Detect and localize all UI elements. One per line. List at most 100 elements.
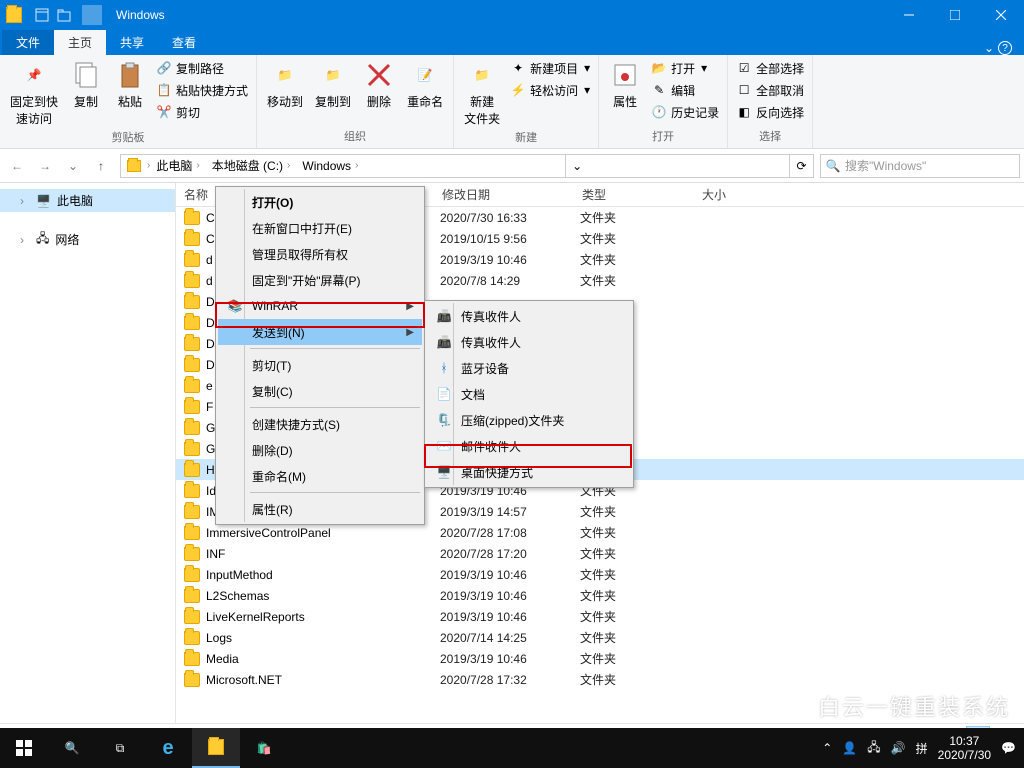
paste-button[interactable]: 粘贴: [108, 57, 152, 112]
col-type[interactable]: 类型: [574, 183, 694, 206]
history-button[interactable]: 🕐历史记录: [647, 101, 723, 123]
select-none-button[interactable]: ☐全部取消: [732, 79, 808, 101]
maximize-button[interactable]: [932, 0, 978, 30]
address-bar[interactable]: › 此电脑› 本地磁盘 (C:)› Windows› ⌄ ⟳: [120, 154, 814, 178]
addr-dropdown[interactable]: ⌄: [565, 155, 589, 177]
new-folder-button[interactable]: 📁新建 文件夹: [458, 57, 506, 129]
tab-view[interactable]: 查看: [158, 30, 210, 55]
file-type: 文件夹: [580, 608, 700, 625]
store-button[interactable]: 🛍️: [240, 728, 288, 768]
folder-icon: [184, 274, 200, 288]
recent-button[interactable]: ⌄: [60, 153, 86, 179]
move-to-button[interactable]: 📁移动到: [261, 57, 309, 112]
context-menu: 打开(O) 在新窗口中打开(E) 管理员取得所有权 固定到"开始"屏幕(P) 📚…: [215, 186, 425, 525]
table-row[interactable]: ImmersiveControlPanel2020/7/28 17:08文件夹: [176, 522, 1024, 543]
paste-shortcut-button[interactable]: 📋粘贴快捷方式: [152, 79, 252, 101]
sendto-documents[interactable]: 📄文档: [427, 381, 631, 407]
ctx-copy[interactable]: 复制(C): [218, 378, 422, 404]
tray-ime-icon[interactable]: 拼: [916, 740, 928, 757]
edit-button[interactable]: ✎编辑: [647, 79, 723, 101]
tab-file[interactable]: 文件: [2, 30, 54, 55]
ctx-send-to[interactable]: 发送到(N)▶: [218, 319, 422, 345]
ribbon-help[interactable]: ⌄?: [974, 41, 1022, 55]
select-all-button[interactable]: ☑全部选择: [732, 57, 808, 79]
nav-pane: ›🖥️此电脑 ›🖧网络: [0, 183, 176, 723]
table-row[interactable]: L2Schemas2019/3/19 10:46文件夹: [176, 585, 1024, 606]
qat-new-folder-icon[interactable]: [54, 5, 74, 25]
sendto-desktop-shortcut[interactable]: 🖥️桌面快捷方式: [427, 459, 631, 485]
folder-icon: [184, 652, 200, 666]
pin-quick-access-button[interactable]: 📌固定到快 速访问: [4, 57, 64, 129]
ctx-open-new-window[interactable]: 在新窗口中打开(E): [218, 215, 422, 241]
back-button[interactable]: ←: [4, 153, 30, 179]
new-item-button[interactable]: ✦新建项目▾: [506, 57, 594, 79]
table-row[interactable]: Media2019/3/19 10:46文件夹: [176, 648, 1024, 669]
copy-path-button[interactable]: 🔗复制路径: [152, 57, 252, 79]
search-box[interactable]: 🔍 搜索"Windows": [820, 154, 1020, 178]
table-row[interactable]: INF2020/7/28 17:20文件夹: [176, 543, 1024, 564]
explorer-taskbar-button[interactable]: [192, 728, 240, 768]
file-type: 文件夹: [580, 209, 700, 226]
table-row[interactable]: InputMethod2019/3/19 10:46文件夹: [176, 564, 1024, 585]
side-this-pc[interactable]: ›🖥️此电脑: [0, 189, 175, 212]
tray-people-icon[interactable]: 👤: [842, 741, 857, 755]
up-button[interactable]: ↑: [88, 153, 114, 179]
tab-share[interactable]: 共享: [106, 30, 158, 55]
file-date: 2019/3/19 10:46: [440, 652, 580, 666]
table-row[interactable]: Microsoft.NET2020/7/28 17:32文件夹: [176, 669, 1024, 690]
sendto-zip[interactable]: 🗜️压缩(zipped)文件夹: [427, 407, 631, 433]
file-type: 文件夹: [580, 671, 700, 688]
minimize-button[interactable]: [886, 0, 932, 30]
edge-button[interactable]: e: [144, 728, 192, 768]
table-row[interactable]: Logs2020/7/14 14:25文件夹: [176, 627, 1024, 648]
col-date[interactable]: 修改日期: [434, 183, 574, 206]
mail-icon: ✉️: [435, 437, 453, 455]
ctx-create-shortcut[interactable]: 创建快捷方式(S): [218, 411, 422, 437]
ctx-cut[interactable]: 剪切(T): [218, 352, 422, 378]
sendto-mail[interactable]: ✉️邮件收件人: [427, 433, 631, 459]
tray-volume-icon[interactable]: 🔊: [891, 741, 906, 755]
open-button[interactable]: 📂打开▾: [647, 57, 723, 79]
close-button[interactable]: [978, 0, 1024, 30]
copy-button[interactable]: 复制: [64, 57, 108, 112]
start-button[interactable]: [0, 728, 48, 768]
sendto-fax1[interactable]: 📠传真收件人: [427, 303, 631, 329]
action-center-icon[interactable]: 💬: [1001, 741, 1016, 755]
folder-icon: [184, 526, 200, 540]
tab-home[interactable]: 主页: [54, 30, 106, 55]
col-size[interactable]: 大小: [694, 183, 774, 206]
ctx-delete[interactable]: 删除(D): [218, 437, 422, 463]
sendto-fax2[interactable]: 📠传真收件人: [427, 329, 631, 355]
ctx-take-ownership[interactable]: 管理员取得所有权: [218, 241, 422, 267]
taskbar-clock[interactable]: 10:37 2020/7/30: [938, 734, 991, 762]
easy-access-button[interactable]: ⚡轻松访问▾: [506, 79, 594, 101]
tray-up-icon[interactable]: ⌃: [822, 741, 832, 755]
breadcrumb-local-disk[interactable]: 本地磁盘 (C:)›: [206, 155, 297, 177]
ctx-winrar[interactable]: 📚WinRAR▶: [218, 293, 422, 319]
properties-button[interactable]: 属性: [603, 57, 647, 112]
qat-properties-icon[interactable]: [32, 5, 52, 25]
file-date: 2020/7/8 14:29: [440, 274, 580, 288]
tray-network-icon[interactable]: 🖧: [867, 738, 880, 759]
ctx-open[interactable]: 打开(O): [218, 189, 422, 215]
cut-button[interactable]: ✂️剪切: [152, 101, 252, 123]
ctx-pin-start[interactable]: 固定到"开始"屏幕(P): [218, 267, 422, 293]
forward-button[interactable]: →: [32, 153, 58, 179]
ctx-properties[interactable]: 属性(R): [218, 496, 422, 522]
refresh-button[interactable]: ⟳: [789, 155, 813, 177]
explorer-icon: [6, 7, 22, 23]
breadcrumb-this-pc[interactable]: 此电脑›: [150, 155, 205, 177]
invert-selection-button[interactable]: ◧反向选择: [732, 101, 808, 123]
copy-to-button[interactable]: 📁复制到: [309, 57, 357, 112]
table-row[interactable]: LiveKernelReports2019/3/19 10:46文件夹: [176, 606, 1024, 627]
breadcrumb-windows[interactable]: Windows›: [296, 155, 364, 177]
delete-button[interactable]: 删除: [357, 57, 401, 112]
file-date: 2019/3/19 10:46: [440, 568, 580, 582]
side-network[interactable]: ›🖧网络: [0, 226, 175, 253]
window-title: Windows: [112, 8, 169, 22]
sendto-bluetooth[interactable]: ᚼ蓝牙设备: [427, 355, 631, 381]
ctx-rename[interactable]: 重命名(M): [218, 463, 422, 489]
task-view-button[interactable]: ⧉: [96, 728, 144, 768]
rename-button[interactable]: 📝重命名: [401, 57, 449, 112]
search-taskbar-button[interactable]: 🔍: [48, 728, 96, 768]
